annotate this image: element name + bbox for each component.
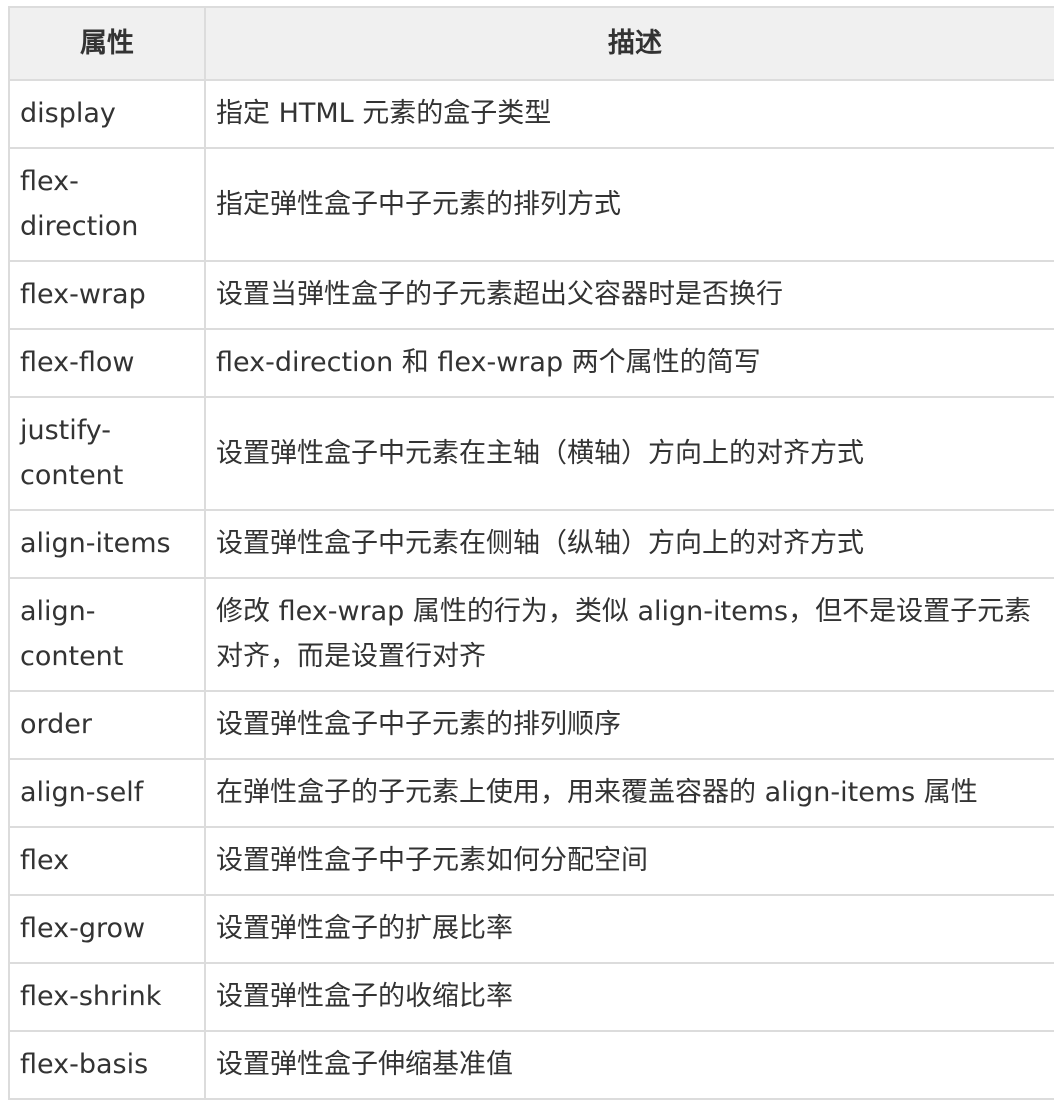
table-row: align-items 设置弹性盒子中元素在侧轴（纵轴）方向上的对齐方式 [8, 509, 1054, 579]
property-cell: align-items [8, 509, 206, 579]
flex-properties-table: 属性 描述 display 指定 HTML 元素的盒子类型 flex-direc… [8, 6, 1054, 1100]
table-row: justify-content 设置弹性盒子中元素在主轴（横轴）方向上的对齐方式 [8, 396, 1054, 511]
description-cell: 指定 HTML 元素的盒子类型 [204, 79, 1054, 149]
property-cell: flex [8, 826, 206, 896]
property-cell: flex-flow [8, 328, 206, 398]
description-cell: flex-direction 和 flex-wrap 两个属性的简写 [204, 328, 1054, 398]
description-cell: 设置弹性盒子伸缩基准值 [204, 1030, 1054, 1100]
table-row: flex-flow flex-direction 和 flex-wrap 两个属… [8, 328, 1054, 398]
description-cell: 设置弹性盒子的扩展比率 [204, 894, 1054, 964]
property-cell: flex-shrink [8, 962, 206, 1032]
property-cell: order [8, 690, 206, 760]
description-cell: 在弹性盒子的子元素上使用，用来覆盖容器的 align-items 属性 [204, 758, 1054, 828]
property-cell: flex-basis [8, 1030, 206, 1100]
description-cell: 设置弹性盒子的收缩比率 [204, 962, 1054, 1032]
property-cell: flex-grow [8, 894, 206, 964]
table-row: flex-basis 设置弹性盒子伸缩基准值 [8, 1030, 1054, 1100]
description-cell: 设置弹性盒子中元素在侧轴（纵轴）方向上的对齐方式 [204, 509, 1054, 579]
table-row: flex-direction 指定弹性盒子中子元素的排列方式 [8, 147, 1054, 262]
property-cell: align-self [8, 758, 206, 828]
property-cell: align-content [8, 577, 206, 692]
description-cell: 设置当弹性盒子的子元素超出父容器时是否换行 [204, 260, 1054, 330]
table-row: flex-wrap 设置当弹性盒子的子元素超出父容器时是否换行 [8, 260, 1054, 330]
description-cell: 设置弹性盒子中子元素的排列顺序 [204, 690, 1054, 760]
property-cell: display [8, 79, 206, 149]
description-cell: 指定弹性盒子中子元素的排列方式 [204, 147, 1054, 262]
table-row: align-content 修改 flex-wrap 属性的行为，类似 alig… [8, 577, 1054, 692]
property-cell: flex-direction [8, 147, 206, 262]
header-description: 描述 [204, 6, 1054, 81]
table-row: order 设置弹性盒子中子元素的排列顺序 [8, 690, 1054, 760]
description-cell: 修改 flex-wrap 属性的行为，类似 align-items，但不是设置子… [204, 577, 1054, 692]
table-row: flex-shrink 设置弹性盒子的收缩比率 [8, 962, 1054, 1032]
property-cell: justify-content [8, 396, 206, 511]
table-header-row: 属性 描述 [8, 6, 1054, 81]
table-row: align-self 在弹性盒子的子元素上使用，用来覆盖容器的 align-it… [8, 758, 1054, 828]
table-row: flex 设置弹性盒子中子元素如何分配空间 [8, 826, 1054, 896]
description-cell: 设置弹性盒子中元素在主轴（横轴）方向上的对齐方式 [204, 396, 1054, 511]
description-cell: 设置弹性盒子中子元素如何分配空间 [204, 826, 1054, 896]
header-property: 属性 [8, 6, 206, 81]
table-row: flex-grow 设置弹性盒子的扩展比率 [8, 894, 1054, 964]
table-row: display 指定 HTML 元素的盒子类型 [8, 79, 1054, 149]
property-cell: flex-wrap [8, 260, 206, 330]
